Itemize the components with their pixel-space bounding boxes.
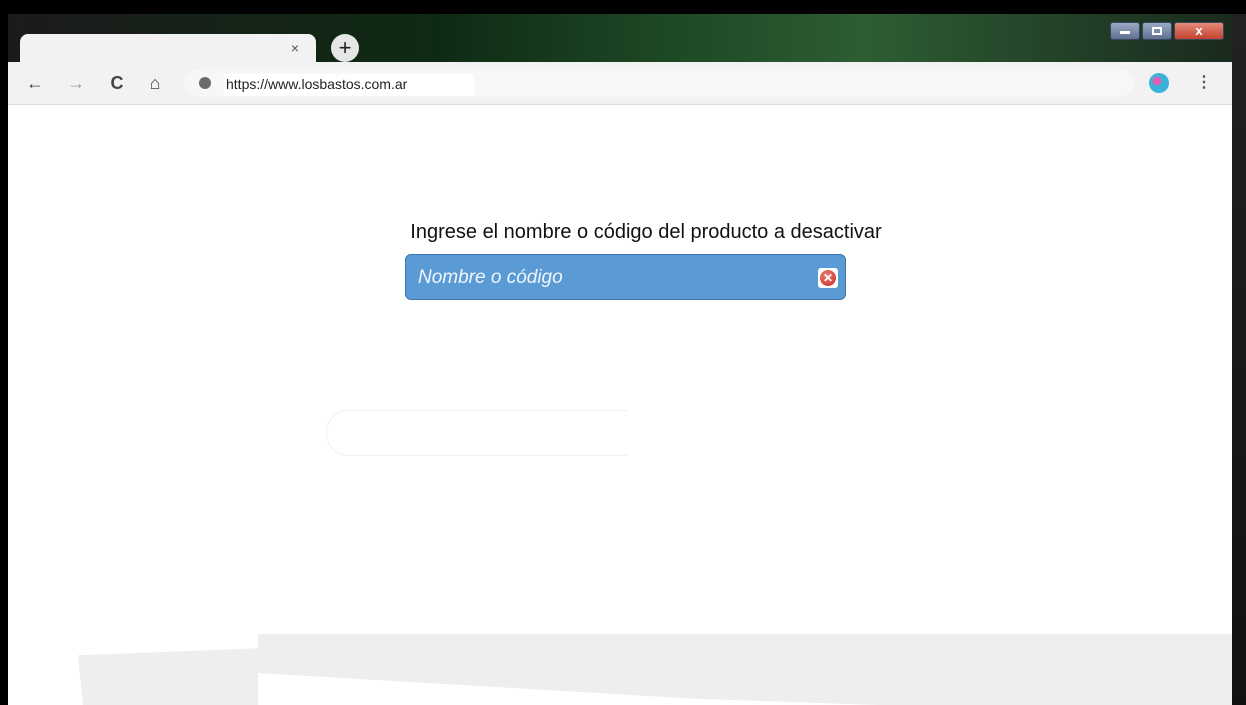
browser-window: × + x ← → C ⌂ https://www.losbastos.com.… xyxy=(8,14,1232,705)
clear-search-button[interactable]: ✕ xyxy=(818,268,838,288)
tab-close-icon[interactable]: × xyxy=(288,41,302,55)
window-controls: x xyxy=(1110,22,1224,42)
minimize-icon xyxy=(1120,31,1130,34)
url-text[interactable]: https://www.losbastos.com.ar xyxy=(224,74,474,96)
faded-input-outline xyxy=(326,410,627,456)
forward-button[interactable]: → xyxy=(65,72,87,94)
reload-button[interactable]: C xyxy=(106,72,128,94)
desktop-edge xyxy=(1232,14,1246,705)
new-tab-button[interactable]: + xyxy=(331,34,359,62)
maximize-button[interactable] xyxy=(1142,22,1172,40)
home-button[interactable]: ⌂ xyxy=(144,72,166,94)
maximize-icon xyxy=(1152,27,1162,35)
page-content: Ingrese el nombre o código del producto … xyxy=(8,105,1232,705)
close-window-button[interactable]: x xyxy=(1174,22,1224,40)
clear-icon: ✕ xyxy=(820,270,836,286)
prompt-label: Ingrese el nombre o código del producto … xyxy=(410,221,882,243)
address-bar[interactable]: https://www.losbastos.com.ar xyxy=(184,69,1134,97)
browser-tab[interactable] xyxy=(20,34,316,64)
minimize-button[interactable] xyxy=(1110,22,1140,40)
back-button[interactable]: ← xyxy=(24,72,46,94)
product-search-input[interactable] xyxy=(416,263,810,293)
browser-toolbar: ← → C ⌂ https://www.losbastos.com.ar ⋮ xyxy=(8,62,1232,105)
title-bar: × + x xyxy=(8,14,1232,64)
product-search-box: ✕ xyxy=(405,254,846,300)
close-icon: x xyxy=(1195,23,1203,38)
browser-menu-icon[interactable]: ⋮ xyxy=(1196,72,1212,94)
site-info-icon[interactable] xyxy=(199,77,211,89)
profile-avatar[interactable] xyxy=(1149,73,1169,93)
